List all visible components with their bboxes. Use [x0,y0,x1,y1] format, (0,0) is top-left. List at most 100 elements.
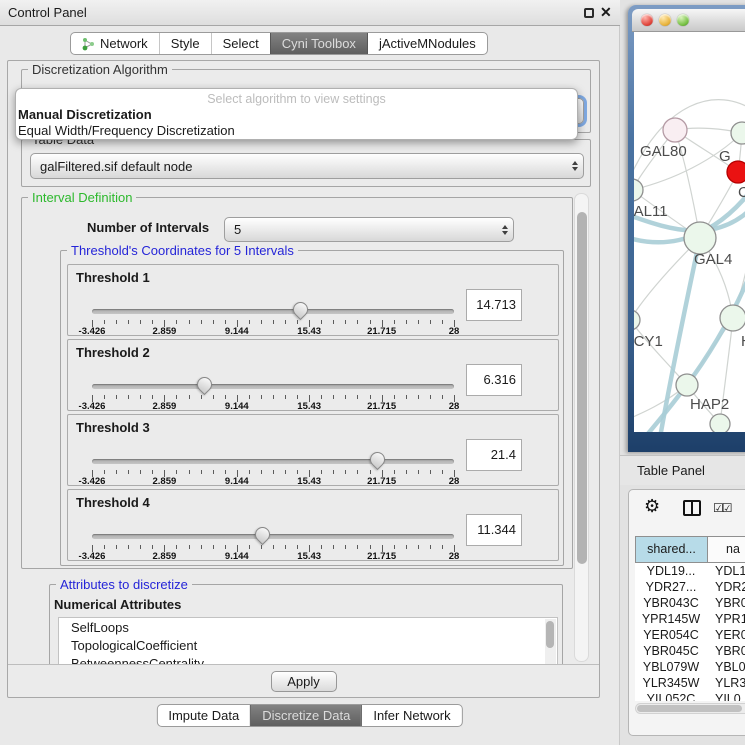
cell-name[interactable]: YBL0 [707,659,745,675]
tab-label: Impute Data [168,708,239,723]
threshold-slider[interactable] [92,376,454,394]
network-node-node-right-h[interactable] [720,305,745,331]
list-scrollbar[interactable] [545,619,556,664]
tab-network[interactable]: Network [71,33,159,54]
network-node-node-bottom[interactable] [710,414,730,432]
dropdown-item-equal-width-frequency[interactable]: Equal Width/Frequency Discretization [16,122,577,138]
slider-thumb[interactable] [252,524,273,545]
slider-track[interactable] [92,309,454,314]
cell-name[interactable]: YBR0 [707,595,745,611]
tab-select[interactable]: Select [211,33,270,54]
slider-thumb[interactable] [367,449,388,470]
slider-thumb[interactable] [194,374,215,395]
table-row[interactable]: YDL19...YDL1 [635,563,745,579]
cell-shared-name[interactable]: YBR043C [635,595,707,611]
cell-name[interactable]: YER0 [707,627,745,643]
cell-name[interactable]: YDL1 [707,563,745,579]
split-columns-icon[interactable] [683,500,701,516]
threshold-value-field[interactable]: 14.713 [466,289,522,321]
cell-shared-name[interactable]: YER054C [635,627,707,643]
table-horizontal-scrollbar-thumb[interactable] [637,705,742,712]
tab-cyni-toolbox[interactable]: Cyni Toolbox [270,33,367,54]
table-row[interactable]: YPR145WYPR1 [635,611,745,627]
network-node-label: GAL4 [694,251,732,268]
table-row[interactable]: YBL079WYBL0 [635,659,745,675]
tab-infer-network[interactable]: Infer Network [361,705,461,726]
table-row[interactable]: YBR043CYBR0 [635,595,745,611]
cell-name[interactable]: YBR0 [707,643,745,659]
network-node-gal4[interactable] [684,222,716,254]
cell-shared-name[interactable]: YIL052C [635,691,707,701]
slider-track[interactable] [92,384,454,389]
threshold-slider[interactable] [92,301,454,319]
cell-name[interactable]: YDR2 [707,579,745,595]
slider-track[interactable] [92,459,454,464]
network-canvas[interactable]: GAL80GCGAL11GAL4GCY1HHAP2 [634,32,745,432]
column-checkboxes-icon[interactable]: ☑☑ [713,501,731,515]
network-node-label: C [738,184,745,201]
table-panel-title: Table Panel [637,463,705,478]
cell-shared-name[interactable]: YPR145W [635,611,707,627]
numerical-attributes-list[interactable]: SelfLoopsTopologicalCoefficientBetweenne… [58,617,558,664]
cell-shared-name[interactable]: YDR27... [635,579,707,595]
tab-label: jActiveMNodules [379,36,476,51]
tab-discretize-data[interactable]: Discretize Data [250,705,361,726]
control-panel: Control Panel ✕ NetworkStyleSelectCyni T… [0,0,620,745]
number-of-intervals-combo[interactable]: 5 [224,217,514,242]
table-row[interactable]: YLR345WYLR3 [635,675,745,691]
tab-jactivemnodules[interactable]: jActiveMNodules [367,33,487,54]
minimize-traffic-light-icon[interactable] [659,14,671,26]
threshold-value-field[interactable]: 6.316 [466,364,522,396]
table-row[interactable]: YBR045CYBR0 [635,643,745,659]
slider-thumb[interactable] [290,299,311,320]
close-traffic-light-icon[interactable] [641,14,653,26]
dropdown-item-manual-discretization[interactable]: Manual Discretization [16,106,577,122]
column-header-shared[interactable]: shared... [636,537,708,562]
number-of-intervals-label: Number of Intervals [87,220,209,235]
close-icon[interactable]: ✕ [600,4,612,21]
cell-shared-name[interactable]: YDL19... [635,563,707,579]
table-horizontal-scrollbar[interactable] [635,703,745,714]
top-tab-bar: NetworkStyleSelectCyni Toolbox jActiveMNo… [70,32,488,55]
cell-name[interactable]: YPR1 [707,611,745,627]
network-icon [82,37,95,51]
zoom-traffic-light-icon[interactable] [677,14,689,26]
table-data-combo[interactable]: galFiltered.sif default node [30,153,584,179]
network-node-hap2[interactable] [676,374,698,396]
attribute-item-topologicalcoefficient[interactable]: TopologicalCoefficient [59,636,557,654]
threshold-value-field[interactable]: 11.344 [466,514,522,546]
thresholds-group-title: Threshold's Coordinates for 5 Intervals [67,243,298,258]
attribute-item-betweennesscentrality[interactable]: BetweennessCentrality [59,654,557,664]
node-table: shared... na YDL19...YDL1YDR27...YDR2YBR… [635,536,745,701]
panel-scrollbar-thumb[interactable] [577,212,587,564]
settings-scroll-area: Interval Definition Number of Intervals … [13,191,591,664]
cell-name[interactable]: YLR3 [707,675,745,691]
threshold-slider[interactable] [92,526,454,544]
threshold-slider[interactable] [92,451,454,469]
apply-button[interactable]: Apply [271,671,337,692]
threshold-value-field[interactable]: 21.4 [466,439,522,471]
column-header-name[interactable]: na [708,537,745,562]
attribute-item-selfloops[interactable]: SelfLoops [59,618,557,636]
slider-track[interactable] [92,534,454,539]
tab-impute-data[interactable]: Impute Data [157,705,250,726]
network-node-label: H [741,333,745,350]
network-node-gcy1[interactable] [634,310,640,330]
settings-gear-icon[interactable]: ⚙ [644,496,660,517]
network-view-window[interactable]: GAL80GCGAL11GAL4GCY1HHAP2 [628,5,745,452]
cell-shared-name[interactable]: YLR345W [635,675,707,691]
network-node-gal80[interactable] [663,118,687,142]
tab-style[interactable]: Style [159,33,211,54]
cell-shared-name[interactable]: YBR045C [635,643,707,659]
table-row[interactable]: YER054CYER0 [635,627,745,643]
cell-name[interactable]: YIL0 [707,691,745,701]
cell-shared-name[interactable]: YBL079W [635,659,707,675]
table-row[interactable]: YIL052CYIL0 [635,691,745,701]
network-node-label: GAL11 [634,203,668,220]
panel-scrollbar[interactable] [574,193,589,662]
combo-arrows-icon [566,161,583,171]
table-row[interactable]: YDR27...YDR2 [635,579,745,595]
list-scrollbar-thumb[interactable] [546,621,554,648]
numerical-attributes-label: Numerical Attributes [54,597,181,612]
float-window-icon[interactable] [584,8,594,18]
